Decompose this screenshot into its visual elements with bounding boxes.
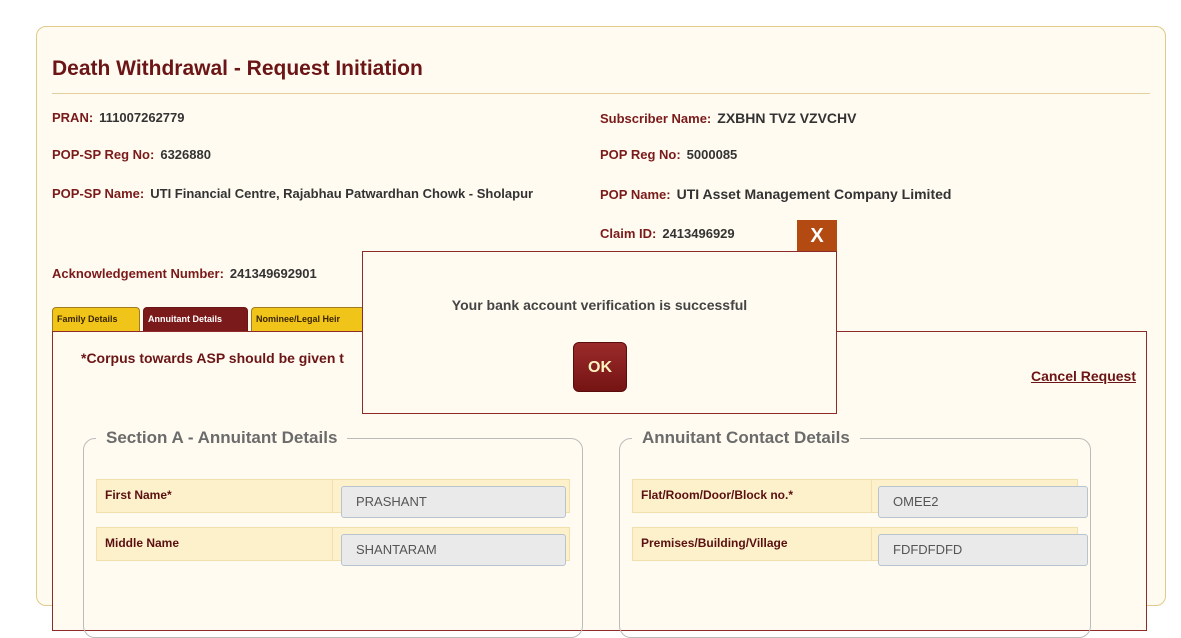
popsp-reg-field: POP-SP Reg No: 6326880 [52,144,211,166]
flat-label: Flat/Room/Door/Block no.* [641,488,794,502]
tab-nominee-legal-heir[interactable]: Nominee/Legal Heir [251,307,366,331]
pop-name-field: POP Name: UTI Asset Management Company Li… [600,183,951,206]
popsp-reg-value: 6326880 [160,147,211,162]
premises-row: Premises/Building/Village FDFDFDFD [632,527,1088,566]
section-a-annuitant-details: Section A - Annuitant Details First Name… [83,428,583,638]
claim-value: 2413496929 [662,226,735,241]
dialog-message: Your bank account verification is succes… [451,297,748,313]
ack-label: Acknowledgement Number: [52,266,224,281]
tab-family-details[interactable]: Family Details [52,307,140,331]
subscriber-value: ZXBHN TVZ VZVCHV [717,110,857,126]
middle-name-row: Middle Name SHANTARAM [96,527,570,566]
middle-name-input[interactable]: SHANTARAM [341,534,566,566]
popsp-reg-label: POP-SP Reg No: [52,147,155,162]
popsp-name-field: POP-SP Name: UTI Financial Centre, Rajabh… [52,183,562,205]
ack-value: 241349692901 [229,266,317,281]
title-divider [52,93,1150,94]
first-name-row: First Name* PRASHANT [96,479,570,518]
subscriber-field: Subscriber Name: ZXBHN TVZ VZVCHV [600,107,857,130]
page-title: Death Withdrawal - Request Initiation [52,57,423,80]
popsp-name-label: POP-SP Name: [52,186,145,201]
pran-value: 111007262779 [99,110,185,125]
pop-reg-value: 5000085 [686,147,738,162]
popsp-name-value: UTI Financial Centre, Rajabhau Patwardha… [150,186,534,201]
section-a-legend: Section A - Annuitant Details [96,428,348,448]
annuitant-contact-details: Annuitant Contact Details Flat/Room/Door… [619,428,1091,638]
flat-row: Flat/Room/Door/Block no.* OMEE2 [632,479,1088,518]
contact-legend: Annuitant Contact Details [632,428,860,448]
corpus-note: *Corpus towards ASP should be given t [81,350,344,366]
premises-input[interactable]: FDFDFDFD [878,534,1088,566]
ok-button[interactable]: OK [573,342,627,392]
pran-field: PRAN: 111007262779 [52,107,185,129]
first-name-label: First Name* [105,488,172,502]
tab-annuitant-details[interactable]: Annuitant Details [143,307,248,331]
middle-name-label: Middle Name [105,536,180,550]
pop-reg-label: POP Reg No: [600,147,681,162]
claim-field: Claim ID: 2413496929 [600,223,735,245]
pop-name-label: POP Name: [600,187,671,202]
premises-label: Premises/Building/Village [641,536,788,550]
cancel-request-link[interactable]: Cancel Request [1031,368,1136,384]
verification-dialog: Your bank account verification is succes… [362,251,837,414]
first-name-input[interactable]: PRASHANT [341,486,566,518]
ack-field: Acknowledgement Number: 241349692901 [52,263,317,285]
dialog-close-button[interactable]: X [797,220,837,252]
pran-label: PRAN: [52,110,94,125]
subscriber-label: Subscriber Name: [600,111,712,126]
flat-input[interactable]: OMEE2 [878,486,1088,518]
pop-reg-field: POP Reg No: 5000085 [600,144,737,166]
claim-label: Claim ID: [600,226,657,241]
pop-name-value: UTI Asset Management Company Limited [676,186,952,202]
